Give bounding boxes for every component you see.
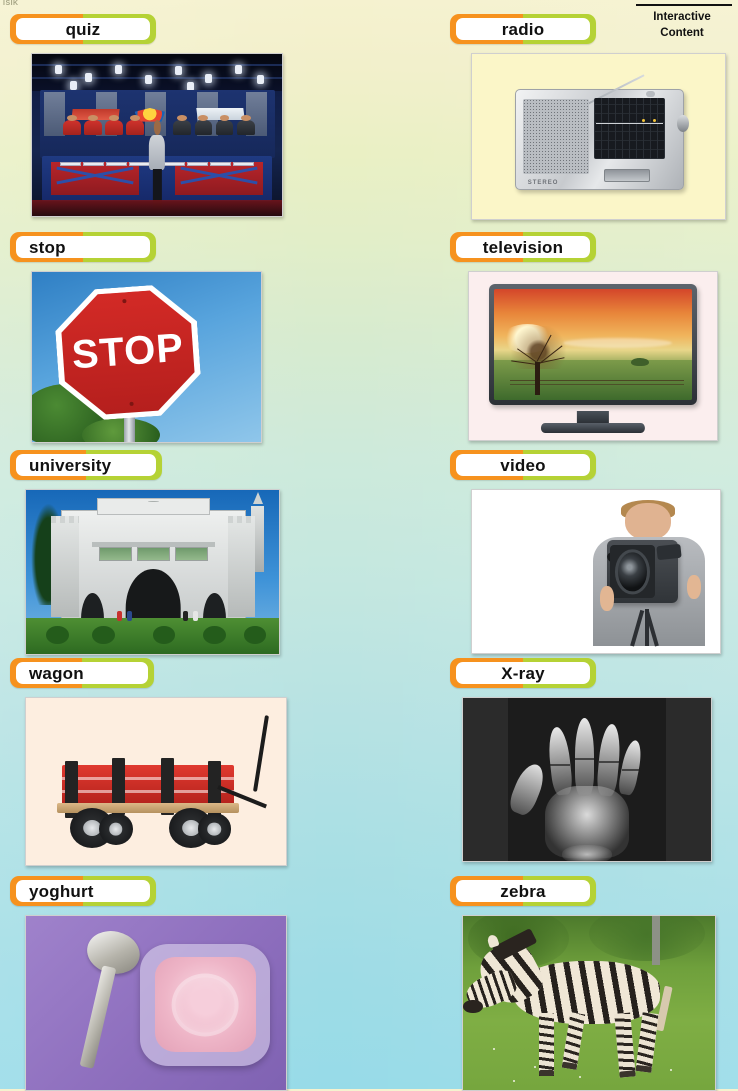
tab-inner-plate: video — [456, 454, 590, 476]
word-tab-xray[interactable]: X-ray — [450, 658, 596, 688]
radio-portable-receiver-photo: STEREO — [472, 54, 725, 219]
image-frame-yoghurt[interactable] — [25, 915, 287, 1091]
image-frame-radio[interactable]: STEREO — [471, 53, 726, 220]
vocabulary-card-television[interactable]: television — [450, 232, 738, 441]
word-tab-zebra[interactable]: zebra — [450, 876, 596, 906]
image-frame-university[interactable] — [25, 489, 280, 655]
tab-inner-plate: university — [16, 454, 156, 476]
image-frame-wagon[interactable] — [25, 697, 287, 866]
tab-inner-plate: zebra — [456, 880, 590, 902]
word-tab-yoghurt[interactable]: yoghurt — [10, 876, 156, 906]
tab-inner-plate: quiz — [16, 18, 150, 40]
word-tab-stop[interactable]: stop — [10, 232, 156, 262]
image-frame-stop[interactable]: STOP — [31, 271, 262, 443]
word-tab-quiz[interactable]: quiz — [10, 14, 156, 44]
university-gate-photo — [26, 490, 279, 654]
vocabulary-card-xray[interactable]: X-ray — [450, 658, 738, 862]
vocabulary-card-grid: quiz radio STEREO stop STOP television u… — [0, 0, 738, 1091]
vocabulary-card-wagon[interactable]: wagon — [10, 658, 300, 866]
tab-inner-plate: television — [456, 236, 590, 258]
word-label-stop: stop — [29, 237, 66, 257]
word-label-zebra: zebra — [500, 881, 546, 901]
vocabulary-card-zebra[interactable]: zebra — [450, 876, 738, 1091]
quiz-tv-studio-photo — [32, 54, 282, 216]
word-tab-video[interactable]: video — [450, 450, 596, 480]
word-tab-television[interactable]: television — [450, 232, 596, 262]
word-label-video: video — [500, 455, 546, 475]
xray-hand-photo — [463, 698, 711, 861]
image-frame-video[interactable] — [471, 489, 721, 654]
vocabulary-card-stop[interactable]: stop STOP — [10, 232, 300, 443]
vocabulary-card-quiz[interactable]: quiz — [10, 14, 300, 217]
word-label-xray: X-ray — [501, 663, 545, 683]
video-camera-operator-photo — [472, 490, 720, 653]
television-flatscreen-photo — [469, 272, 717, 440]
word-label-university: university — [29, 455, 112, 475]
word-label-wagon: wagon — [29, 663, 84, 683]
image-frame-quiz[interactable] — [31, 53, 283, 217]
yoghurt-pot-photo — [26, 916, 286, 1090]
stop-sign-photo: STOP — [32, 272, 261, 442]
yoghurt-pot-shape — [140, 943, 271, 1066]
word-label-television: television — [482, 237, 564, 257]
image-frame-television[interactable] — [468, 271, 718, 441]
image-frame-xray[interactable] — [462, 697, 712, 862]
word-label-yoghurt: yoghurt — [29, 881, 94, 901]
vocabulary-card-yoghurt[interactable]: yoghurt — [10, 876, 300, 1091]
word-tab-university[interactable]: university — [10, 450, 162, 480]
word-tab-radio[interactable]: radio — [450, 14, 596, 44]
word-tab-wagon[interactable]: wagon — [10, 658, 154, 688]
word-label-radio: radio — [501, 19, 545, 39]
tab-inner-plate: X-ray — [456, 662, 590, 684]
vocabulary-card-university[interactable]: university — [10, 450, 300, 655]
image-frame-zebra[interactable] — [462, 915, 716, 1091]
word-label-quiz: quiz — [65, 19, 101, 39]
tab-inner-plate: stop — [16, 236, 150, 258]
vocabulary-card-video[interactable]: video — [450, 450, 738, 654]
tab-inner-plate: wagon — [16, 662, 148, 684]
zebra-walking-photo — [463, 916, 715, 1090]
tab-inner-plate: yoghurt — [16, 880, 150, 902]
tab-inner-plate: radio — [456, 18, 590, 40]
vocabulary-card-radio[interactable]: radio STEREO — [450, 14, 738, 220]
wagon-red-cart-photo — [26, 698, 286, 865]
